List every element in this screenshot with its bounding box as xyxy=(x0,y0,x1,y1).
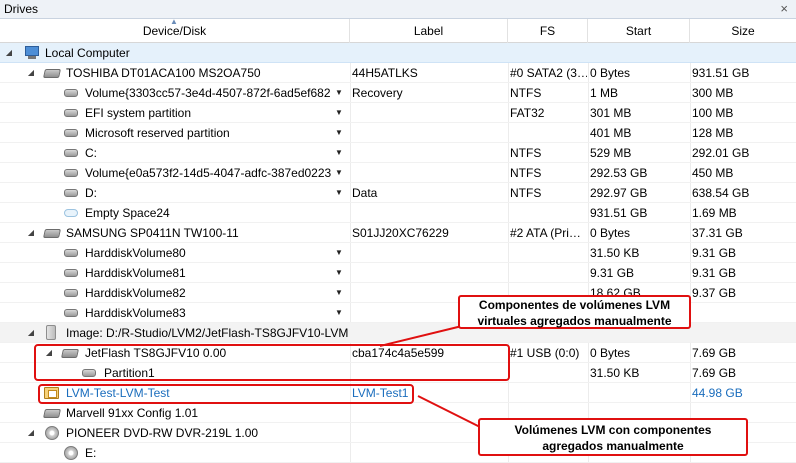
cd-disc-icon xyxy=(64,446,78,460)
tree-row-partition[interactable]: EFI system partition ▼ FAT32 301 MB 100 … xyxy=(0,103,796,123)
dropdown-arrow-icon[interactable]: ▼ xyxy=(333,263,345,283)
hard-disk-icon xyxy=(43,409,61,418)
collapse-icon[interactable]: ◢ xyxy=(26,63,36,83)
tree-row-disk[interactable]: ◢ TOSHIBA DT01ACA100 MS2OA750 44H5ATLKS … xyxy=(0,63,796,83)
tree-row-partition[interactable]: HarddiskVolume80 ▼ 31.50 KB 9.31 GB xyxy=(0,243,796,263)
lvm-volume-icon xyxy=(44,387,59,399)
dvd-drive-icon xyxy=(45,426,59,440)
partition-icon xyxy=(64,129,78,137)
column-header-size[interactable]: Size xyxy=(690,19,796,43)
partition-icon xyxy=(64,169,78,177)
tree-row-partition[interactable]: Volume{e0a573f2-14d5-4047-adfc-387ed0223… xyxy=(0,163,796,183)
collapse-icon[interactable]: ◢ xyxy=(26,423,36,443)
partition-icon xyxy=(64,269,78,277)
collapse-icon[interactable]: ◢ xyxy=(4,43,14,63)
tree-row-partition[interactable]: HarddiskVolume81 ▼ 9.31 GB 9.31 GB xyxy=(0,263,796,283)
dropdown-arrow-icon[interactable]: ▼ xyxy=(333,163,345,183)
panel-title: Drives xyxy=(4,2,39,16)
close-icon[interactable]: × xyxy=(780,1,788,16)
tree-row-disk[interactable]: ◢ SAMSUNG SP0411N TW100-11 S01JJ20XC7622… xyxy=(0,223,796,243)
partition-icon xyxy=(64,249,78,257)
partition-icon xyxy=(64,89,78,97)
collapse-icon[interactable]: ◢ xyxy=(26,223,36,243)
partition-icon xyxy=(64,189,78,197)
tree-row-partition[interactable]: Volume{3303cc57-3e4d-4507-872f-6ad5ef682… xyxy=(0,83,796,103)
dropdown-arrow-icon[interactable]: ▼ xyxy=(333,83,345,103)
dropdown-arrow-icon[interactable]: ▼ xyxy=(333,123,345,143)
hard-disk-icon xyxy=(61,349,79,358)
tree-row-partition[interactable]: C: ▼ NTFS 529 MB 292.01 GB xyxy=(0,143,796,163)
dropdown-arrow-icon[interactable]: ▼ xyxy=(333,103,345,123)
hard-disk-icon xyxy=(43,229,61,238)
column-header-device[interactable]: ▲ Device/Disk xyxy=(0,17,350,43)
tree-row-local-computer[interactable]: ◢ Local Computer xyxy=(0,43,796,63)
dropdown-arrow-icon[interactable]: ▼ xyxy=(333,143,345,163)
computer-icon xyxy=(24,46,40,59)
column-header: ▲ Device/Disk Label FS Start Size xyxy=(0,17,796,43)
column-header-start[interactable]: Start xyxy=(588,19,690,43)
drives-panel-titlebar: Drives × xyxy=(0,0,796,19)
collapse-icon[interactable]: ◢ xyxy=(44,343,54,363)
tree-row-partition[interactable]: D: ▼ Data NTFS 292.97 GB 638.54 GB xyxy=(0,183,796,203)
image-file-icon xyxy=(46,325,56,340)
sort-ascending-icon: ▲ xyxy=(170,17,178,26)
partition-icon xyxy=(64,109,78,117)
tree-row-disk[interactable]: ◢ JetFlash TS8GJFV10 0.00 cba174c4a5e599… xyxy=(0,343,796,363)
dropdown-arrow-icon[interactable]: ▼ xyxy=(333,243,345,263)
tree-row-empty-space[interactable]: Empty Space24 931.51 GB 1.69 MB xyxy=(0,203,796,223)
tree-row-lvm-volume[interactable]: LVM-Test-LVM-Test LVM-Test1 44.98 GB xyxy=(0,383,796,403)
dropdown-arrow-icon[interactable]: ▼ xyxy=(333,183,345,203)
empty-space-icon xyxy=(64,209,78,217)
column-header-label[interactable]: Label xyxy=(350,19,508,43)
hard-disk-icon xyxy=(43,69,61,78)
column-header-fs[interactable]: FS xyxy=(508,19,588,43)
dropdown-arrow-icon[interactable]: ▼ xyxy=(333,303,345,323)
partition-icon xyxy=(82,369,96,377)
partition-icon xyxy=(64,289,78,297)
partition-icon xyxy=(64,309,78,317)
dropdown-arrow-icon[interactable]: ▼ xyxy=(333,283,345,303)
partition-icon xyxy=(64,149,78,157)
callout-lvm-volumes: Volúmenes LVM con componentes agregados … xyxy=(478,418,748,456)
callout-virtual-components: Componentes de volúmenes LVM virtuales a… xyxy=(458,295,691,329)
collapse-icon[interactable]: ◢ xyxy=(26,323,36,343)
tree-row-partition[interactable]: Partition1 31.50 KB 7.69 GB xyxy=(0,363,796,383)
tree-row-partition[interactable]: Microsoft reserved partition ▼ 401 MB 12… xyxy=(0,123,796,143)
